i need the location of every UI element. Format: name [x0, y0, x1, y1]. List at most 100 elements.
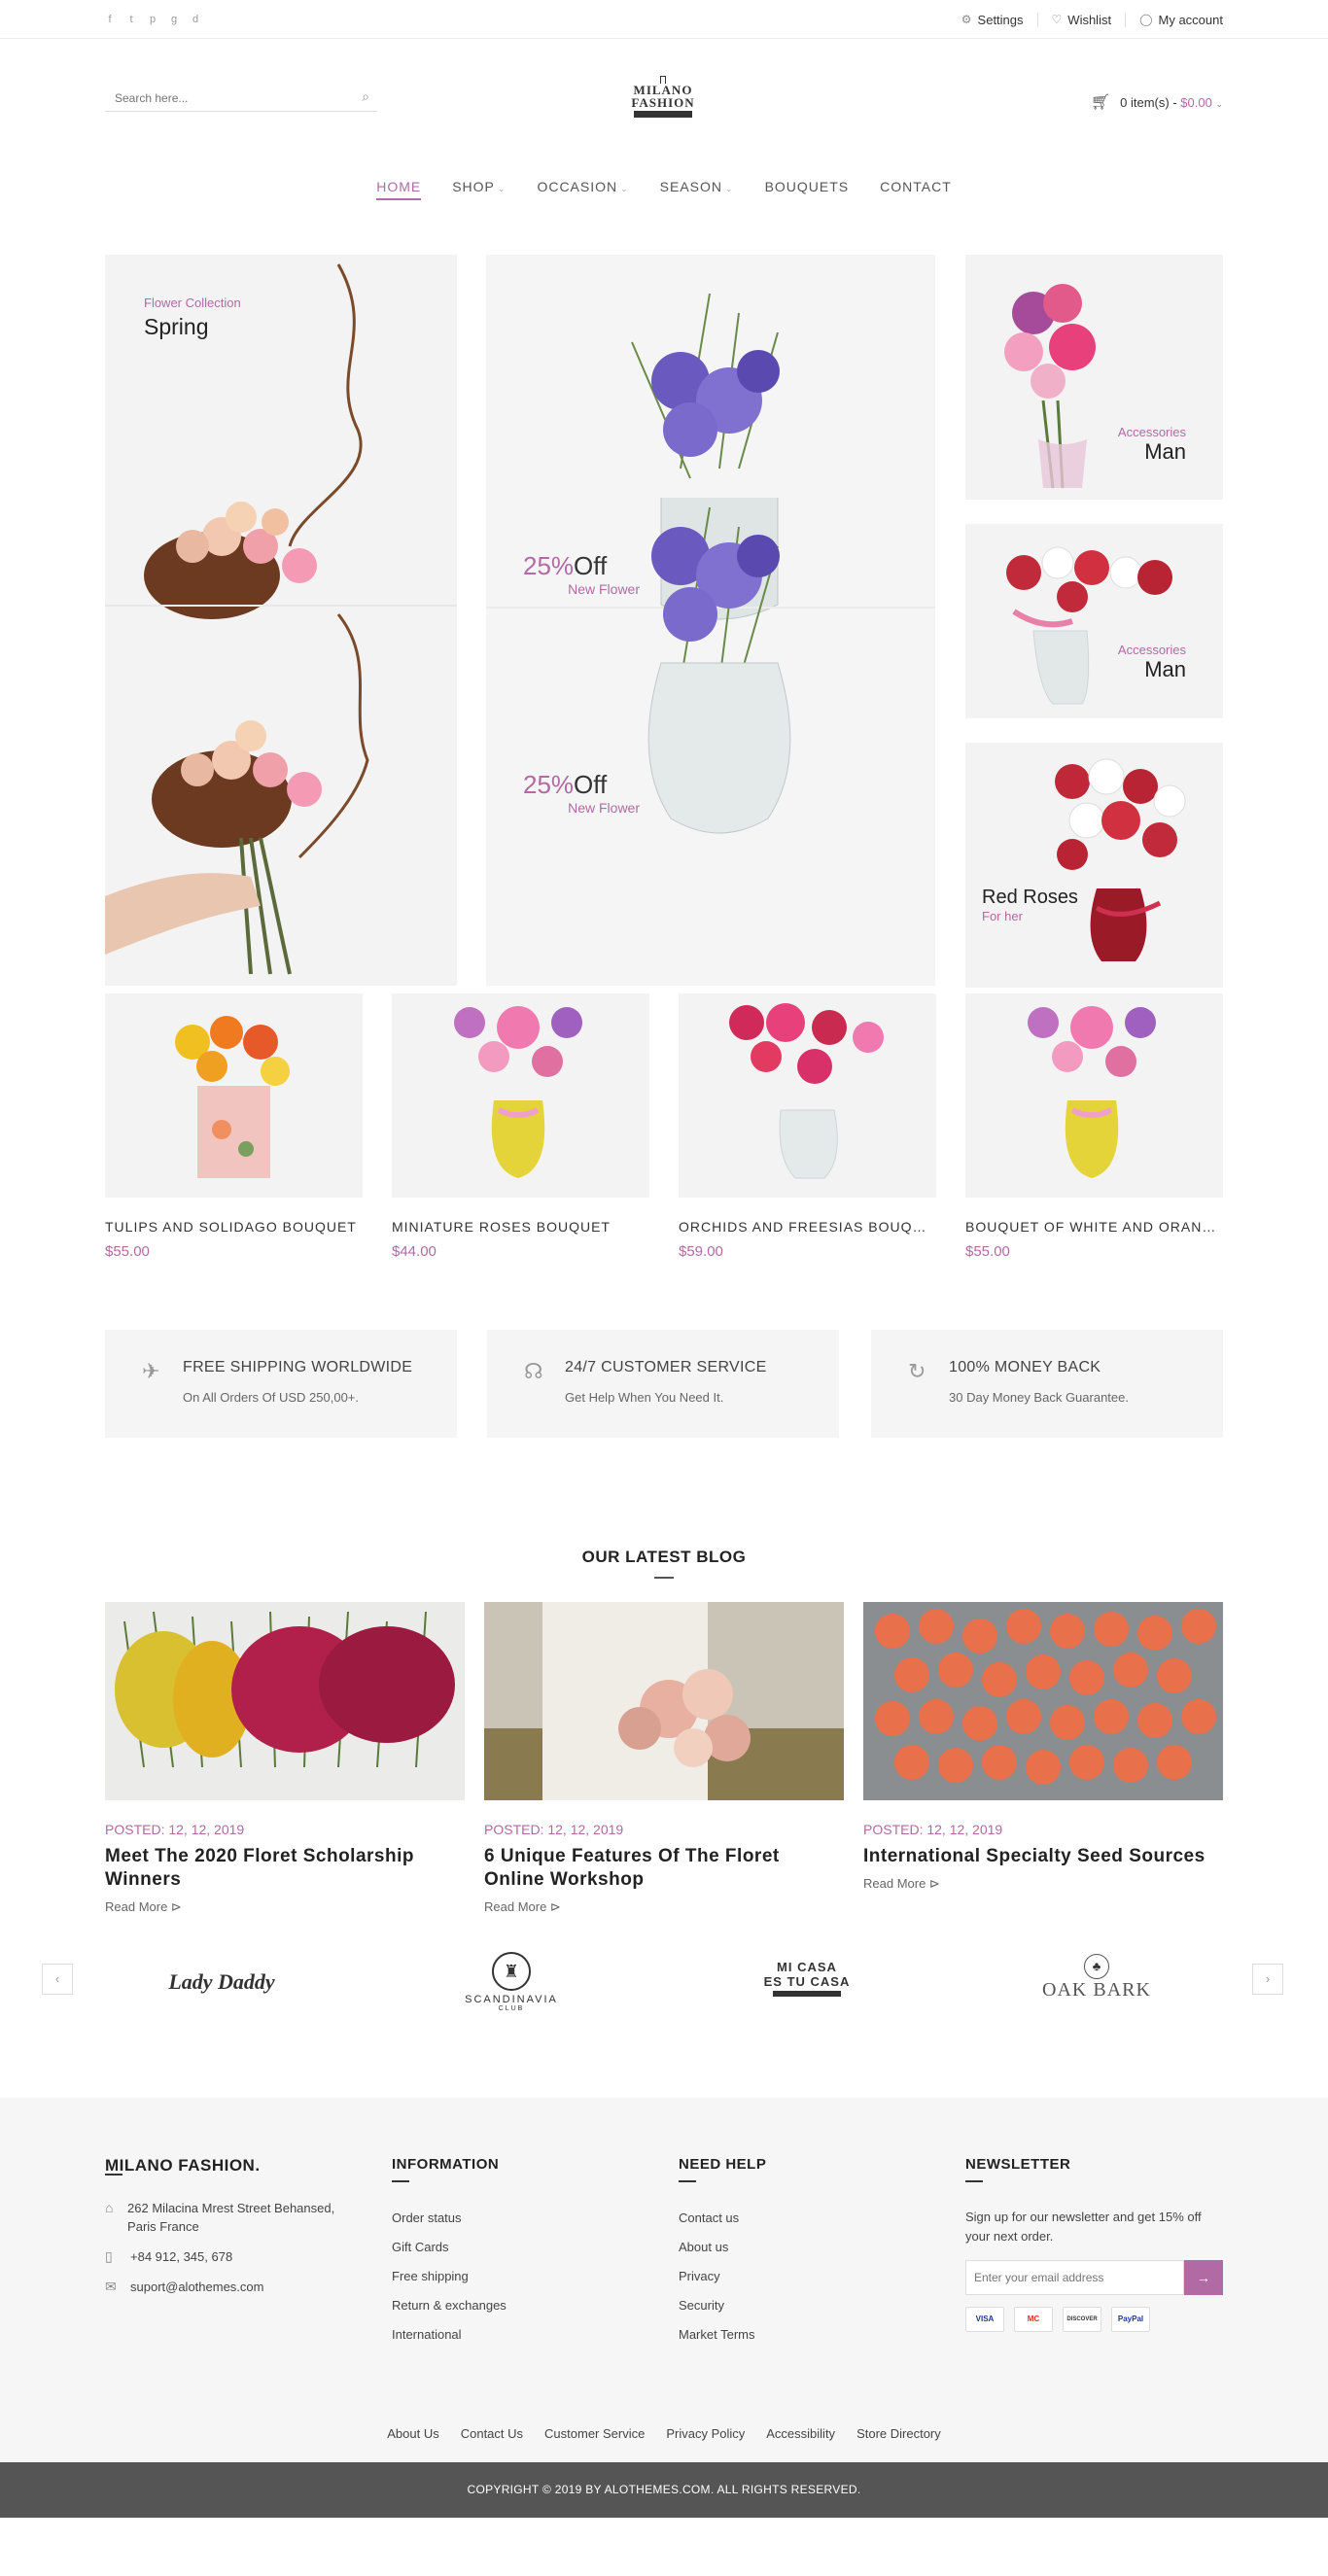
visa-icon: VISA: [965, 2307, 1004, 2332]
product-image[interactable]: [105, 993, 363, 1198]
read-more-link[interactable]: Read More ⊳: [105, 1899, 465, 1915]
chevron-down-icon: ⌄: [620, 184, 629, 193]
footer: MILANO FASHION. ⌂ 262 Milacina Mrest Stre…: [0, 2098, 1328, 2462]
brand-carousel: ‹ Lady Daddy ♜ SCANDINAVIA CLUB MI CASA …: [0, 1952, 1328, 2098]
hero-banner-spring[interactable]: Flower Collection Spring: [105, 255, 457, 986]
settings-link[interactable]: ⚙ Settings: [948, 13, 1037, 27]
tree-icon: ♣: [1084, 1954, 1109, 1979]
blog-image[interactable]: [484, 1602, 844, 1800]
hero-center-sub-1: New Flower: [568, 581, 640, 597]
product-price: $44.00: [392, 1243, 437, 1260]
product-image[interactable]: [965, 993, 1223, 1198]
product-name[interactable]: ORCHIDS AND FREESIAS BOUQUET: [679, 1219, 936, 1235]
footer-link-international[interactable]: International: [392, 2320, 507, 2350]
footer-bottom-customer-service[interactable]: Customer Service: [544, 2426, 645, 2441]
mastercard-icon: MC: [1014, 2307, 1053, 2332]
carousel-prev-button[interactable]: ‹: [42, 1964, 73, 1995]
product-card[interactable]: ORCHIDS AND FREESIAS BOUQUET $59.00: [679, 993, 936, 1260]
hero-banner-accessories-2[interactable]: Accessories Man: [965, 524, 1223, 718]
social-links: f t p g d: [105, 14, 200, 25]
cart-link[interactable]: 🛒︎ 0 item(s) - $0.00 ⌄: [1091, 92, 1223, 112]
product-name[interactable]: BOUQUET OF WHITE AND ORANGE: [965, 1219, 1223, 1235]
product-card[interactable]: TULIPS AND SOLIDAGO BOUQUET $55.00: [105, 993, 363, 1260]
footer-link-gift-cards[interactable]: Gift Cards: [392, 2233, 507, 2262]
nav-bouquets[interactable]: BOUQUETS: [765, 179, 850, 200]
product-price: $55.00: [965, 1243, 1010, 1260]
pinterest-icon[interactable]: p: [148, 14, 157, 25]
dribbble-icon[interactable]: d: [191, 14, 200, 25]
footer-link-privacy[interactable]: Privacy: [679, 2262, 766, 2291]
twitter-icon[interactable]: t: [126, 14, 136, 25]
footer-bottom-about[interactable]: About Us: [387, 2426, 438, 2441]
product-card[interactable]: BOUQUET OF WHITE AND ORANGE $55.00: [965, 993, 1223, 1260]
hero-banner-red-roses[interactable]: Red Roses For her: [965, 743, 1223, 988]
footer-bottom-accessibility[interactable]: Accessibility: [766, 2426, 835, 2441]
blog-image[interactable]: [863, 1602, 1223, 1800]
google-plus-icon[interactable]: g: [169, 14, 179, 25]
product-name[interactable]: TULIPS AND SOLIDAGO BOUQUET: [105, 1219, 363, 1235]
nav-occasion[interactable]: OCCASION ⌄: [537, 179, 628, 200]
newsletter-submit-button[interactable]: →: [1184, 2260, 1223, 2295]
product-image[interactable]: [392, 993, 649, 1198]
blog-post: POSTED: 12, 12, 2019 International Speci…: [863, 1602, 1223, 1892]
footer-link-order-status[interactable]: Order status: [392, 2204, 507, 2233]
hero-banner-accessories-1[interactable]: Accessories Man: [965, 255, 1223, 500]
brand-logo[interactable]: ♣ OAK BARK: [990, 1954, 1204, 2012]
account-link[interactable]: ◯ My account: [1125, 12, 1223, 27]
wishlist-link[interactable]: ♡ Wishlist: [1036, 12, 1126, 27]
footer-address: 262 Milacina Mrest Street Behansed, Pari…: [127, 2201, 335, 2234]
product-name[interactable]: MINIATURE ROSES BOUQUET: [392, 1219, 649, 1235]
footer-email[interactable]: suport@alothemes.com: [130, 2278, 263, 2296]
read-more-link[interactable]: Read More ⊳: [863, 1876, 1223, 1892]
footer-bottom-contact[interactable]: Contact Us: [461, 2426, 523, 2441]
carousel-next-button[interactable]: ›: [1252, 1964, 1283, 1995]
post-title[interactable]: Meet The 2020 Floret Scholarship Winners: [105, 1845, 465, 1892]
footer-link-free-shipping[interactable]: Free shipping: [392, 2262, 507, 2291]
hero-right3-subtitle: For her: [982, 909, 1023, 923]
brand-logo[interactable]: MI CASA ES TU CASA: [700, 1960, 914, 2018]
logo[interactable]: MILANO FASHION: [616, 76, 710, 130]
footer-bottom-store-directory[interactable]: Store Directory: [856, 2426, 941, 2441]
nav-season[interactable]: SEASON ⌄: [660, 179, 734, 200]
nav-contact[interactable]: CONTACT: [880, 179, 952, 200]
product-card[interactable]: MINIATURE ROSES BOUQUET $44.00: [392, 993, 649, 1260]
cart-total: $0.00: [1180, 94, 1212, 110]
post-title[interactable]: International Specialty Seed Sources: [863, 1845, 1223, 1868]
cart-items: 0 item(s) -: [1120, 94, 1177, 110]
brand-logo[interactable]: Lady Daddy: [115, 1969, 329, 2028]
footer-link-returns[interactable]: Return & exchanges: [392, 2291, 507, 2320]
post-title[interactable]: 6 Unique Features Of The Floret Online W…: [484, 1845, 844, 1892]
nav-shop[interactable]: SHOP ⌄: [452, 179, 506, 200]
facebook-icon[interactable]: f: [105, 14, 115, 25]
read-more-link[interactable]: Read More ⊳: [484, 1899, 844, 1915]
footer-link-market-terms[interactable]: Market Terms: [679, 2320, 766, 2350]
bouquet-image: [1006, 546, 1172, 705]
product-image[interactable]: [679, 993, 936, 1198]
post-date: POSTED: 12, 12, 2019: [484, 1822, 624, 1837]
footer-link-about[interactable]: About us: [679, 2233, 766, 2262]
feature-box: ✈ FREE SHIPPING WORLDWIDE On All Orders …: [105, 1330, 457, 1438]
blog-image[interactable]: [105, 1602, 465, 1800]
nav-home[interactable]: HOME: [376, 179, 422, 200]
footer-bottom-privacy[interactable]: Privacy Policy: [666, 2426, 745, 2441]
footer-help-heading: NEED HELP: [679, 2156, 766, 2182]
chevron-down-icon: ⌄: [497, 184, 507, 193]
phone-icon: ▯: [105, 2248, 113, 2264]
brand-logo[interactable]: ♜ SCANDINAVIA CLUB: [404, 1952, 618, 2012]
search-input[interactable]: [105, 90, 338, 105]
logo-band: [634, 111, 692, 118]
feature-box: ↻ 100% MONEY BACK 30 Day Money Back Guar…: [871, 1330, 1223, 1438]
newsletter-email-input[interactable]: [965, 2260, 1184, 2295]
header: ⌕ MILANO FASHION 🛒︎ 0 item(s) - $0.00 ⌄: [0, 39, 1328, 157]
search-icon[interactable]: ⌕: [362, 88, 369, 105]
heart-icon: ♡: [1051, 13, 1063, 26]
post-date: POSTED: 12, 12, 2019: [863, 1822, 1003, 1837]
blog-post: POSTED: 12, 12, 2019 Meet The 2020 Flore…: [105, 1602, 465, 1915]
discover-icon: DISCOVER: [1063, 2307, 1101, 2332]
product-price: $55.00: [105, 1243, 150, 1260]
hero-banner-new-flower[interactable]: 25%Off New Flower 25%Off New Flower: [486, 255, 935, 986]
hero-right2-title: Man: [1144, 657, 1186, 681]
footer-link-contact[interactable]: Contact us: [679, 2204, 766, 2233]
footer-link-security[interactable]: Security: [679, 2291, 766, 2320]
copyright-text: COPYRIGHT © 2019 BY ALOTHEMES.COM. ALL R…: [467, 2483, 861, 2496]
